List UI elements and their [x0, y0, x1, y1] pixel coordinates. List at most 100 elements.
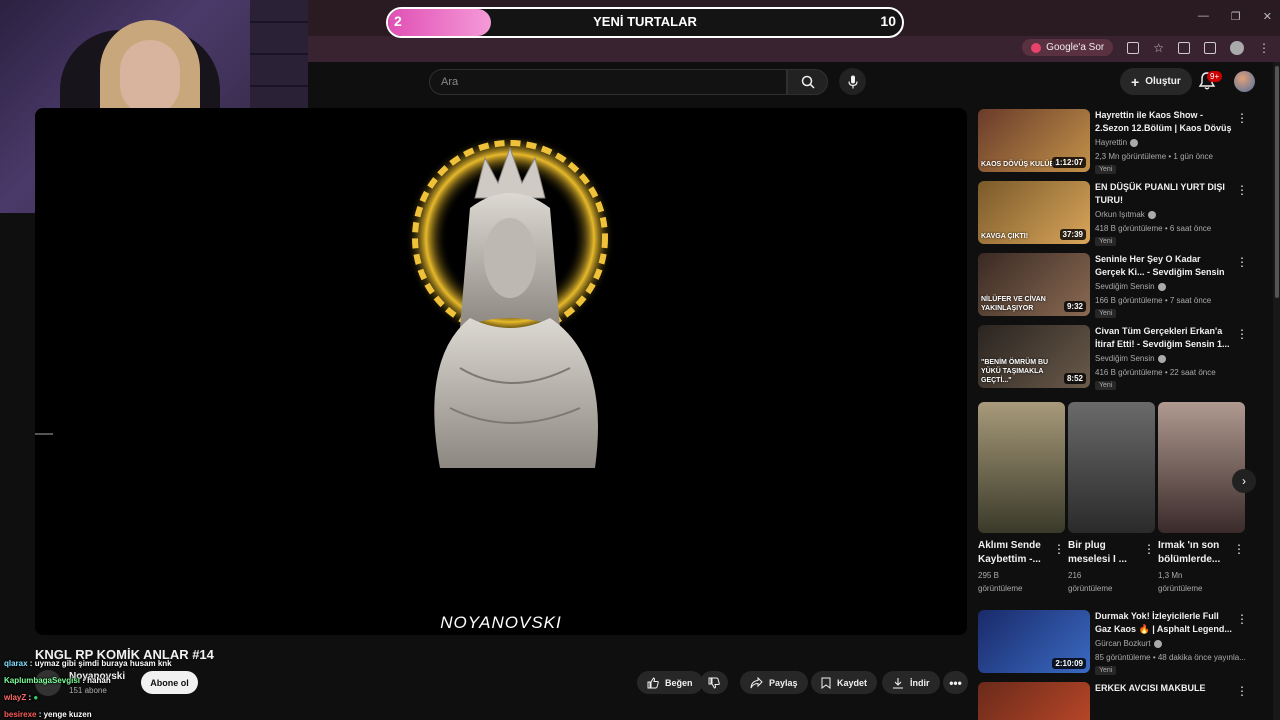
short-title[interactable]: Aklımı Sende Kaybettim -... [978, 539, 1050, 567]
shorts-next-button[interactable]: › [1232, 469, 1256, 493]
video-thumbnail[interactable] [978, 682, 1090, 720]
short-thumbnail[interactable] [978, 402, 1065, 533]
video-title-link[interactable]: EN DÜŞÜK PUANLI YURT DIŞI TURU! [1095, 181, 1233, 207]
install-app-icon[interactable] [1127, 41, 1140, 54]
extensions-icon[interactable] [1178, 41, 1190, 54]
video-meta: 166 B görüntüleme • 7 saat önce [1095, 296, 1212, 305]
bookmark-star-icon[interactable]: ☆ [1153, 41, 1164, 55]
more-vertical-icon[interactable]: ⋮ [1233, 542, 1245, 556]
google-ask-label: Google'a Sor [1046, 42, 1105, 53]
video-title-link[interactable]: Durmak Yok! İzleyicilerle Full Gaz Kaos … [1095, 610, 1233, 636]
verified-badge-icon [1147, 210, 1156, 219]
search-button[interactable] [787, 69, 828, 95]
recommended-video-item[interactable]: 2:10:09 Durmak Yok! İzleyicilerle Full Ga… [978, 610, 1260, 675]
chat-message: KaplumbagaSevgisi : hahah [4, 676, 111, 685]
short-item[interactable]: Aklımı Sende Kaybettim -... 295 B görüntül… [978, 402, 1065, 595]
short-thumbnail[interactable] [1158, 402, 1245, 533]
save-button[interactable]: Kaydet [811, 671, 878, 694]
video-thumbnail[interactable]: NİLÜFER VE CİVAN YAKINLAŞIYOR 9:32 [978, 253, 1090, 316]
more-vertical-icon[interactable]: ⋮ [1236, 183, 1248, 197]
create-button[interactable]: + Oluştur [1120, 68, 1192, 95]
short-item[interactable]: Bir plug meselesi I ... 216 görüntüleme ⋮ [1068, 402, 1155, 595]
video-thumbnail[interactable]: 2:10:09 [978, 610, 1090, 673]
more-vertical-icon[interactable]: ⋮ [1236, 255, 1248, 269]
channel-name[interactable]: Sevdiğim Sensin [1095, 282, 1166, 291]
like-label: Beğen [665, 677, 693, 688]
short-item[interactable]: Irmak 'ın son bölümlerde... 1,3 Mn görüntü… [1158, 402, 1245, 595]
new-badge: Yeni [1095, 237, 1117, 246]
video-thumbnail[interactable]: KAOS DÖVÜŞ KULÜBÜ 1:12:07 [978, 109, 1090, 172]
create-label: Oluştur [1145, 76, 1181, 87]
verified-badge-icon [1157, 354, 1166, 363]
like-button[interactable]: Beğen [637, 671, 703, 694]
share-label: Paylaş [769, 677, 798, 688]
maximize-button[interactable]: ❐ [1231, 10, 1241, 23]
video-meta: 416 B görüntüleme • 22 saat önce [1095, 368, 1216, 377]
more-vertical-icon[interactable]: ⋮ [1053, 542, 1065, 556]
thumbnail-caption: NİLÜFER VE CİVAN YAKINLAŞIYOR [981, 296, 1046, 312]
more-vertical-icon[interactable]: ⋮ [1236, 612, 1248, 626]
more-actions-button[interactable]: ••• [943, 671, 968, 694]
account-avatar[interactable] [1234, 71, 1255, 92]
new-badge: Yeni [1095, 666, 1117, 675]
scrollbar-thumb[interactable] [1275, 66, 1279, 298]
video-title-link[interactable]: Seninle Her Şey O Kadar Gerçek Ki... - S… [1095, 253, 1233, 279]
video-thumbnail[interactable]: KAVGA ÇIKTI! 37:39 [978, 181, 1090, 244]
goal-end-value: 10 [880, 13, 896, 29]
thumbs-down-icon [708, 677, 720, 689]
window-controls: — ❐ ✕ [1198, 10, 1272, 23]
short-title[interactable]: Irmak 'ın son bölümlerde... [1158, 539, 1230, 567]
video-title-link[interactable]: ERKEK AVCISI MAKBULE [1095, 682, 1233, 695]
video-title-link[interactable]: Civan Tüm Gerçekleri Erkan'a İtiraf Etti… [1095, 325, 1233, 351]
chat-text: uymaz gibi şimdi buraya husam knk [34, 659, 172, 668]
channel-name[interactable]: Orkun Işıtmak [1095, 210, 1156, 219]
more-vertical-icon[interactable]: ⋮ [1236, 327, 1248, 341]
channel-name-text: Sevdiğim Sensin [1095, 354, 1155, 363]
video-title-link[interactable]: Hayrettin ile Kaos Show - 2.Sezon 12.Böl… [1095, 109, 1233, 136]
chat-emote-icon: ● [33, 693, 39, 702]
recommended-video-item[interactable]: KAOS DÖVÜŞ KULÜBÜ 1:12:07 Hayrettin ile Ka… [978, 109, 1260, 174]
download-label: İndir [910, 677, 930, 688]
new-badge: Yeni [1095, 309, 1117, 318]
channel-name[interactable]: Gürcan Bozkurt [1095, 639, 1162, 648]
more-vertical-icon[interactable]: ⋮ [1236, 111, 1248, 125]
short-views: 295 B görüntüleme [978, 569, 1065, 595]
google-ask-button[interactable]: Google'a Sor [1022, 39, 1114, 56]
short-thumbnail[interactable] [1068, 402, 1155, 533]
recommended-video-item[interactable]: ERKEK AVCISI MAKBULE ⋮ [978, 682, 1260, 720]
voice-search-button[interactable] [839, 68, 866, 95]
browser-menu-icon[interactable]: ⋮ [1258, 41, 1270, 55]
short-title[interactable]: Bir plug meselesi I ... [1068, 539, 1140, 567]
recommended-video-item[interactable]: NİLÜFER VE CİVAN YAKINLAŞIYOR 9:32 Seninle… [978, 253, 1260, 318]
channel-name[interactable]: Hayrettin [1095, 138, 1139, 147]
download-button[interactable]: İndir [882, 671, 940, 694]
profile-icon[interactable] [1230, 40, 1244, 55]
minimize-button[interactable]: — [1198, 10, 1209, 23]
more-vertical-icon[interactable]: ⋮ [1143, 542, 1155, 556]
short-view-count: 1,3 Mn [1158, 571, 1183, 580]
video-thumbnail[interactable]: "BENİM ÖMRÜM BU YÜKÜ TAŞIMAKLA GEÇTİ..."… [978, 325, 1090, 388]
media-controls-icon[interactable] [1204, 41, 1216, 54]
short-views: 216 görüntüleme [1068, 569, 1155, 595]
new-badge: Yeni [1095, 165, 1117, 174]
stream-goal-bar: 2 YENİ TURTALAR 10 [386, 7, 904, 38]
recommended-video-item[interactable]: KAVGA ÇIKTI! 37:39 EN DÜŞÜK PUANLI YURT DI… [978, 181, 1260, 246]
thumbnail-caption: KAOS DÖVÜŞ KULÜBÜ [981, 161, 1060, 168]
share-button[interactable]: Paylaş [740, 671, 808, 694]
more-vertical-icon[interactable]: ⋮ [1236, 684, 1248, 698]
close-window-button[interactable]: ✕ [1263, 10, 1272, 23]
video-duration: 37:39 [1059, 229, 1086, 240]
search-input[interactable]: Ara [429, 69, 787, 95]
google-lens-icon [1031, 42, 1042, 53]
download-icon [893, 677, 903, 689]
plus-icon: + [1131, 73, 1140, 90]
video-player[interactable]: NOYANOVSKI [35, 108, 967, 635]
channel-name-text: Gürcan Bozkurt [1095, 639, 1151, 648]
recommended-video-item[interactable]: "BENİM ÖMRÜM BU YÜKÜ TAŞIMAKLA GEÇTİ..."… [978, 325, 1260, 390]
short-views: 1,3 Mn görüntüleme [1158, 569, 1245, 595]
video-duration: 1:12:07 [1052, 157, 1086, 168]
dislike-button[interactable] [700, 671, 728, 694]
channel-name[interactable]: Sevdiğim Sensin [1095, 354, 1166, 363]
goal-title: YENİ TURTALAR [593, 14, 697, 29]
verified-badge-icon [1153, 639, 1162, 648]
